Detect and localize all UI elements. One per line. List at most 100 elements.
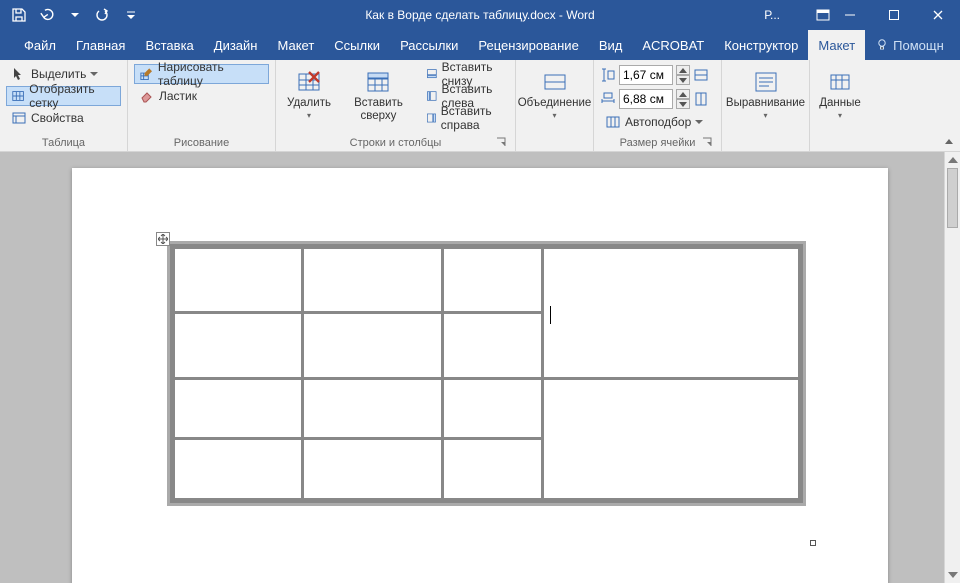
insert-left-icon <box>426 88 438 104</box>
delete-button[interactable]: Удалить ▾ <box>282 64 336 136</box>
tab-file[interactable]: Файл <box>14 30 66 60</box>
properties-button[interactable]: Свойства <box>6 108 121 128</box>
table-cell[interactable] <box>303 247 443 313</box>
table-cell[interactable] <box>443 379 543 439</box>
tab-references[interactable]: Ссылки <box>324 30 390 60</box>
delete-table-icon <box>296 69 322 95</box>
tab-page-layout[interactable]: Макет <box>267 30 324 60</box>
qa-customize-button[interactable] <box>120 4 142 26</box>
insert-below-button[interactable]: Вставить снизу <box>421 64 509 84</box>
close-button[interactable] <box>916 0 960 30</box>
table-cell[interactable] <box>303 439 443 501</box>
table-cell[interactable] <box>173 313 303 379</box>
table-cell[interactable] <box>173 247 303 313</box>
scroll-thumb[interactable] <box>947 168 958 228</box>
group-alignment-label <box>728 148 803 149</box>
properties-icon <box>11 110 27 126</box>
alignment-button[interactable]: Выравнивание ▾ <box>728 64 803 148</box>
window-title: Как в Ворде сделать таблицу.docx - Word <box>365 8 594 22</box>
eraser-button[interactable]: Ластик <box>134 86 269 106</box>
title-bar: Как в Ворде сделать таблицу.docx - Word … <box>0 0 960 30</box>
tab-design[interactable]: Дизайн <box>204 30 268 60</box>
account-label[interactable]: Р... <box>764 8 780 22</box>
collapse-ribbon-button[interactable] <box>942 135 956 149</box>
data-icon <box>828 70 852 94</box>
pencil-table-icon <box>139 66 154 82</box>
table-cell[interactable] <box>443 439 543 501</box>
group-cellsize-label: Размер ячейки <box>600 136 715 149</box>
table-cell[interactable] <box>443 313 543 379</box>
undo-button[interactable] <box>36 4 58 26</box>
tab-view[interactable]: Вид <box>589 30 633 60</box>
group-draw-label: Рисование <box>134 136 269 149</box>
alignment-icon <box>753 69 779 95</box>
row-height-icon <box>600 67 616 83</box>
lightbulb-icon <box>875 38 889 52</box>
merge-button[interactable]: Объединение ▾ <box>522 64 587 148</box>
distribute-cols-icon[interactable] <box>693 91 709 107</box>
tab-constructor[interactable]: Конструктор <box>714 30 808 60</box>
insert-above-button[interactable]: Вставить сверху <box>340 64 417 136</box>
table-move-handle[interactable] <box>156 232 170 246</box>
insert-right-button[interactable]: Вставить справа <box>421 108 509 128</box>
chevron-down-icon <box>695 118 703 126</box>
draw-table-button[interactable]: Нарисовать таблицу <box>134 64 269 84</box>
table-cell[interactable] <box>303 313 443 379</box>
data-button[interactable]: Данные ▾ <box>816 64 864 148</box>
insert-above-icon <box>365 69 391 95</box>
insert-above-label: Вставить сверху <box>347 97 410 123</box>
view-gridlines-button[interactable]: Отобразить сетку <box>6 86 121 106</box>
page[interactable] <box>72 168 888 583</box>
gridlines-icon <box>11 88 25 104</box>
height-spinner[interactable] <box>676 65 690 85</box>
tab-review[interactable]: Рецензирование <box>468 30 588 60</box>
select-label: Выделить <box>31 67 86 81</box>
insert-left-button[interactable]: Вставить слева <box>421 86 509 106</box>
table-cell[interactable] <box>173 439 303 501</box>
table-row[interactable] <box>173 247 801 313</box>
distribute-rows-icon[interactable] <box>693 67 709 83</box>
eraser-icon <box>139 88 155 104</box>
undo-dropdown-button[interactable] <box>64 4 86 26</box>
scroll-down-button[interactable] <box>945 567 960 583</box>
save-button[interactable] <box>8 4 30 26</box>
dialog-launcher-icon[interactable] <box>701 136 713 148</box>
table-cell[interactable] <box>543 247 801 379</box>
vertical-scrollbar[interactable] <box>944 152 960 583</box>
tab-acrobat[interactable]: ACROBAT <box>632 30 714 60</box>
properties-label: Свойства <box>31 111 84 125</box>
group-merge: Объединение ▾ <box>516 60 594 151</box>
dialog-launcher-icon[interactable] <box>495 136 507 148</box>
tell-me[interactable]: Помощн <box>865 30 954 60</box>
col-width-input[interactable] <box>619 89 673 109</box>
minimize-button[interactable] <box>828 0 872 30</box>
ribbon: Выделить Отобразить сетку Свойства Табли… <box>0 60 960 152</box>
chevron-down-icon <box>90 70 98 78</box>
table-cell[interactable] <box>173 379 303 439</box>
group-merge-label <box>522 148 587 149</box>
scroll-up-button[interactable] <box>945 152 960 168</box>
maximize-button[interactable] <box>872 0 916 30</box>
select-button[interactable]: Выделить <box>6 64 121 84</box>
width-spinner[interactable] <box>676 89 690 109</box>
tab-table-layout[interactable]: Макет <box>808 30 865 60</box>
table-cell[interactable] <box>443 247 543 313</box>
text-caret <box>550 306 551 324</box>
row-height-input[interactable] <box>619 65 673 85</box>
document-area <box>0 152 960 583</box>
group-table-label: Таблица <box>6 136 121 149</box>
document-table[interactable] <box>170 244 803 503</box>
autofit-button[interactable]: Автоподбор <box>600 112 715 132</box>
tab-home[interactable]: Главная <box>66 30 135 60</box>
group-rowscols-label: Строки и столбцы <box>282 136 509 149</box>
tab-mailings[interactable]: Рассылки <box>390 30 468 60</box>
table-cell[interactable] <box>303 379 443 439</box>
table-cell[interactable] <box>543 379 801 501</box>
table-row[interactable] <box>173 379 801 439</box>
chevron-down-icon: ▾ <box>763 111 767 120</box>
table-resize-handle[interactable] <box>810 540 816 546</box>
redo-button[interactable] <box>92 4 114 26</box>
tab-insert[interactable]: Вставка <box>135 30 203 60</box>
quick-access-toolbar <box>0 4 150 26</box>
group-table: Выделить Отобразить сетку Свойства Табли… <box>0 60 128 151</box>
